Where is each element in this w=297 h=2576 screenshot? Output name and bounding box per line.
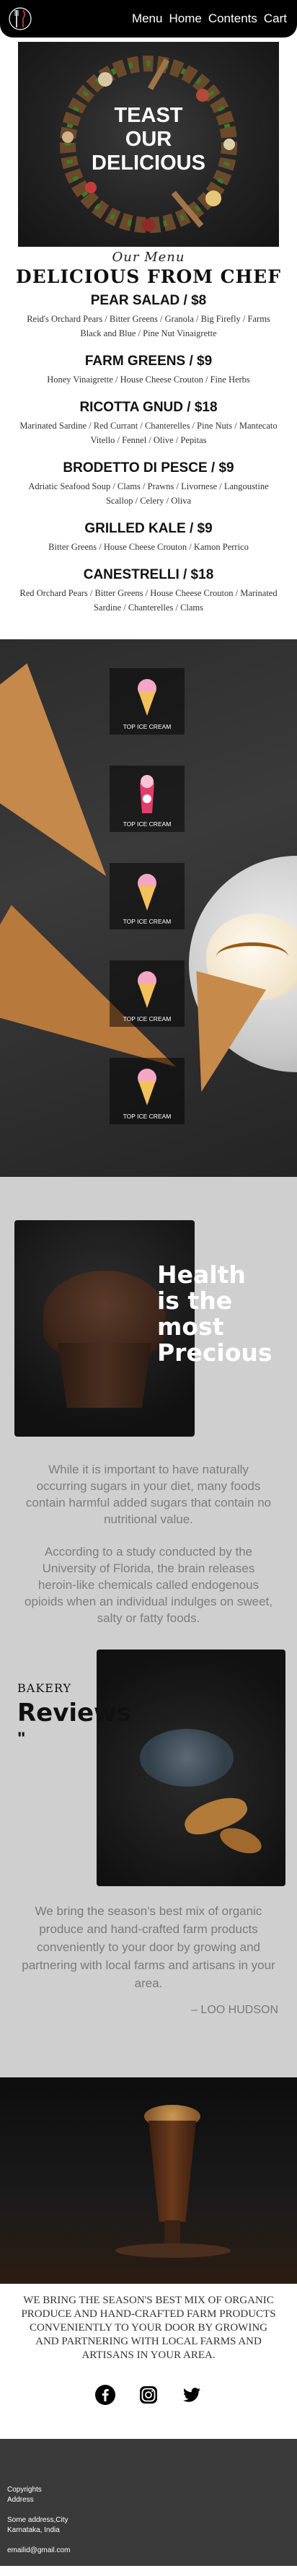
ice-cream-cone-icon [138,1069,156,1105]
dessert-plate [115,2243,231,2258]
logo[interactable] [0,0,40,38]
ice-cream-cone-icon [138,874,156,911]
health-headline-line: is the [157,1287,233,1315]
nav-links: Menu Home Contents Cart [132,12,287,26]
dish-title: BRODETTO DI PESCE / $9 [63,460,234,476]
dish-title: PEAR SALAD / $8 [90,293,207,308]
footer-email[interactable]: emailid@gmail.com [7,2546,297,2556]
health-headline-line: Health [157,1261,246,1289]
milkshake-icon [140,775,154,813]
social-links [0,2384,297,2406]
nav-link-menu[interactable]: Menu [132,12,163,26]
pastry-image [97,1650,285,1886]
hero-headline: TEAST OUR DELICIOUS [18,104,279,175]
hero-line: TEAST [114,104,183,127]
dish-description: Marinated Sardine / Red Currant / Chante… [19,421,278,445]
ice-cream-card[interactable]: TOP ICE CREAM [110,668,185,735]
reviews-title: Reviews [17,1699,131,1727]
dish-description: Reid's Orchard Pears / Bitter Greens / G… [27,314,270,338]
utensils-logo-icon [9,7,32,30]
health-section: Health is the most Precious While it is … [0,1177,297,2077]
footer-address-line: Some address,City [7,2516,68,2524]
dessert-image [0,2077,297,2284]
ice-cream-card-label: TOP ICE CREAM [123,1015,172,1022]
menu-subtitle: Our Menu [112,250,185,265]
footer-address-line: Karnataka, India [7,2526,60,2534]
health-headline-line: Precious [157,1339,272,1367]
health-headline-line: most [157,1313,224,1341]
dish-title: CANESTRELLI / $18 [83,567,214,582]
bowl [140,1729,234,1787]
about-text: WE BRING THE SEASON'S BEST MIX OF ORGANI… [21,2295,276,2361]
dish-description: Bitter Greens / House Cheese Crouton / K… [48,542,249,552]
caramel-drizzle [216,942,288,971]
dish-title: FARM GREENS / $9 [84,354,213,369]
menu-item: FARM GREENS / $9 Honey Vinaigrette / Hou… [0,354,297,387]
top-navbar: Menu Home Contents Cart [0,0,297,38]
instagram-icon[interactable] [138,2384,159,2406]
review-author: – LOO HUDSON [191,2004,278,2016]
menu-title: DELICIOUS FROM CHEF [16,266,281,287]
menu-item: GRILLED KALE / $9 Bitter Greens / House … [0,521,297,554]
menu-item: RICOTTA GNUD / $18 Marinated Sardine / R… [0,400,297,447]
hero-line: DELICIOUS [92,152,205,175]
footer-address-label: Address [7,2496,34,2504]
dish-title: GRILLED KALE / $9 [84,521,213,536]
dish-description: Red Orchard Pears / Bitter Greens / Hous… [19,588,278,613]
health-headline: Health is the most Precious [157,1262,272,1366]
croissant [216,1823,265,1859]
dish-description: Honey Vinaigrette / House Cheese Crouton… [47,374,250,385]
footer-copyright: Copyrights [7,2486,42,2494]
menu-section: Our Menu DELICIOUS FROM CHEF PEAR SALAD … [0,247,297,615]
menu-item: PEAR SALAD / $8 Reid's Orchard Pears / B… [0,293,297,341]
ice-cream-card[interactable]: TOP ICE CREAM [110,863,185,929]
ice-cream-section: TOP ICE CREAM TOP ICE CREAM TOP ICE CREA… [0,639,297,1177]
ice-cream-cone-icon [138,679,156,716]
footer: Copyrights Address Some address,City Kar… [0,2439,297,2575]
ice-cream-card-label: TOP ICE CREAM [123,723,172,730]
hero-line: OUR [125,128,172,151]
menu-item: BRODETTO DI PESCE / $9 Adriatic Seafood … [0,460,297,508]
dish-title: RICOTTA GNUD / $18 [79,400,218,415]
dessert-stem [164,2220,180,2246]
nav-link-contents[interactable]: Contents [208,12,257,26]
dish-description: Adriatic Seafood Soup / Clams / Prawns /… [28,481,269,506]
reviews-block: BAKERY Reviews " [0,1648,297,1893]
ice-cream-card[interactable]: TOP ICE CREAM [110,766,185,832]
ice-cream-card[interactable]: TOP ICE CREAM [110,960,185,1027]
reviews-kicker: BAKERY [17,1681,72,1695]
twitter-icon[interactable] [181,2384,203,2406]
ice-cream-card-label: TOP ICE CREAM [123,820,172,828]
ice-cream-cone-icon [138,971,156,1008]
health-paragraph: While it is important to have naturally … [25,1463,272,1526]
menu-item: CANESTRELLI / $18 Red Orchard Pears / Bi… [0,567,297,615]
muffin-base [58,1343,151,1408]
footer-credit: Design And Developed By Shashank S K [7,2567,139,2575]
health-paragraph: According to a study conducted by the Un… [24,1545,272,1625]
ice-cream-card-label: TOP ICE CREAM [123,1113,172,1120]
nav-link-home[interactable]: Home [169,12,201,26]
review-text: We bring the season's best mix of organi… [22,1904,275,1990]
facebook-icon[interactable] [94,2384,116,2406]
ice-cream-card[interactable]: TOP ICE CREAM [110,1058,185,1124]
ice-cream-card-label: TOP ICE CREAM [123,918,172,925]
dessert-glass [148,2121,196,2222]
quote-mark: " [17,1729,26,1748]
nav-link-cart[interactable]: Cart [264,12,287,26]
hero-banner: TEAST OUR DELICIOUS [18,42,279,247]
